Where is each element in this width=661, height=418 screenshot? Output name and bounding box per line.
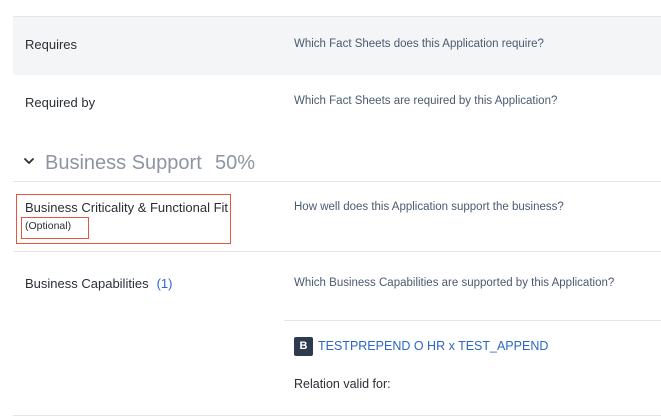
relation-link[interactable]: TESTPREPEND O HR x TEST_APPEND [318,339,548,353]
section-title: Business Support [45,152,202,174]
optional-tag: (Optional) [25,220,72,232]
required-by-row[interactable]: Required by Which Fact Sheets are requir… [13,74,661,130]
required-by-description: Which Fact Sheets are required by this A… [294,95,558,107]
relation-divider [284,320,661,321]
requires-label: Requires [25,37,78,52]
business-capabilities-description: Which Business Capabilities are supporte… [294,277,615,289]
business-capabilities-count[interactable]: (1) [157,276,173,291]
business-criticality-row[interactable]: Business Criticality & Functional Fit (O… [13,182,661,252]
business-capabilities-label-wrap: Business Capabilities (1) [25,276,172,291]
requires-description: Which Fact Sheets does this Application … [294,38,544,50]
business-capabilities-row[interactable]: Business Capabilities (1) Which Business … [13,252,661,322]
required-by-label: Required by [25,95,96,110]
business-support-section-header[interactable]: Business Support 50% [13,146,661,182]
fact-sheet-page: Requires Which Fact Sheets does this App… [0,0,661,418]
relation-valid-for-label: Relation valid for: [294,377,391,391]
section-completion-percent: 50% [215,152,256,174]
bottom-divider [13,415,661,416]
business-criticality-description: How well does this Application support t… [294,201,564,213]
business-criticality-label: Business Criticality & Functional Fit [25,200,229,215]
business-capabilities-label: Business Capabilities [25,276,149,291]
requires-row[interactable]: Requires Which Fact Sheets does this App… [13,16,661,75]
chevron-down-icon[interactable] [23,155,35,167]
business-capability-badge-icon: B [294,337,313,356]
